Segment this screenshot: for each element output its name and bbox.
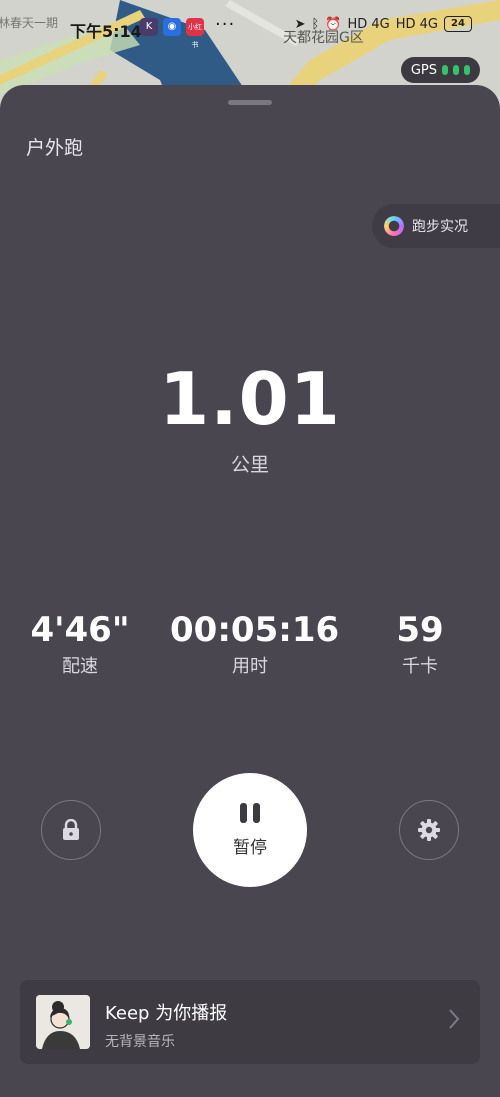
status-right-icons: ➤ ᛒ ⏰ HD 4G HD 4G 24 [295,16,472,32]
settings-button[interactable] [399,800,459,860]
pace-value: 4'46" [30,610,130,650]
mode-title: 户外跑 [26,137,84,159]
pace-stat: 4'46" 配速 [0,610,160,678]
distance-value: 1.01 [159,357,341,441]
more-notifications-icon: ··· [215,14,236,35]
calories-value: 59 [396,610,444,650]
pace-label: 配速 [62,656,98,677]
duration-stat: 00:05:16 用时 [170,610,340,678]
calories-stat: 59 千卡 [340,610,500,678]
gps-label: GPS [410,62,437,78]
duration-label: 用时 [232,656,268,677]
run-panel: 户外跑 跑步实况 1.01 公里 4'46" 配速 00:05:16 用时 59… [0,85,500,1097]
keep-app-icon: K [140,18,158,36]
battery-icon: 24 [444,16,472,32]
gear-icon [418,819,440,841]
pause-label: 暂停 [233,837,267,858]
live-run-button[interactable]: 跑步实况 [372,204,500,248]
alarm-icon: ⏰ [325,16,342,32]
lock-button[interactable] [41,800,101,860]
voice-title: Keep 为你播报 [105,1003,228,1024]
pause-icon [240,802,260,823]
lock-icon [63,819,79,840]
chevron-right-icon [449,1009,460,1029]
status-bar: 下午5:14 K ◉ 小红书 ··· ➤ ᛒ ⏰ HD 4G HD 4G 24 [0,0,500,56]
signal-2-icon: HD 4G [395,16,438,32]
xiaohongshu-app-icon: 小红书 [186,18,204,49]
coach-avatar [36,995,90,1049]
duration-value: 00:05:16 [170,610,340,650]
live-ring-icon [384,216,404,236]
gps-signal-dot [453,65,459,75]
voice-subtitle: 无背景音乐 [105,1034,175,1050]
distance-unit: 公里 [230,454,269,476]
signal-1-icon: HD 4G [347,16,390,32]
location-icon: ➤ [294,16,306,32]
gps-indicator: GPS [400,57,480,83]
pause-button[interactable]: 暂停 [193,773,307,887]
drag-handle[interactable] [228,100,272,105]
live-run-label: 跑步实况 [412,219,468,235]
calories-label: 千卡 [402,656,438,677]
bluetooth-icon: ᛒ [311,16,320,32]
gps-signal-dot [464,65,470,75]
maps-app-icon: ◉ [163,18,181,36]
status-time: 下午5:14 [70,22,142,41]
gps-signal-dot [442,65,448,75]
voice-broadcast-card[interactable]: Keep 为你播报 无背景音乐 [20,980,480,1064]
